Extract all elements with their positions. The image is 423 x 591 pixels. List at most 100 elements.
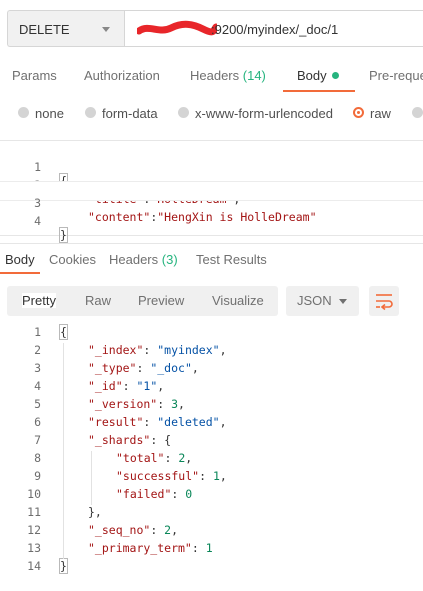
request-body-editor[interactable]: 1 { 2 "titile":"HolleDream", 3 "content"… [0, 140, 423, 243]
wrap-lines-icon [376, 294, 393, 311]
redaction-mark [137, 20, 217, 36]
line-number: 4 [34, 379, 41, 393]
code-text: } [59, 558, 68, 574]
tab-response-body[interactable]: Body [5, 252, 35, 267]
response-code-line: 14} [0, 558, 423, 577]
view-mode-bar: Pretty Raw Preview Visualize [7, 286, 278, 316]
line-number: 7 [34, 433, 41, 447]
tab-count: (3) [161, 252, 178, 267]
code-text: "total": 2, [116, 451, 192, 465]
url-input[interactable]: :9200/myindex/_doc/1 [124, 10, 423, 47]
tab-label: Headers [109, 252, 159, 267]
tab-pre-request[interactable]: Pre-reque [369, 68, 423, 83]
radio-label: raw [370, 106, 391, 121]
punctuation: : { [150, 433, 172, 447]
request-url-bar: DELETE :9200/myindex/_doc/1 [7, 10, 423, 49]
json-key: "total" [116, 451, 165, 465]
tab-label: Cookies [49, 252, 96, 267]
radio-button [178, 107, 189, 118]
response-body-viewer[interactable]: 1{2 "_index": "myindex", 3 "_type": "_doc",… [0, 324, 423, 581]
radio-button-selected [353, 107, 364, 118]
radio-label: x-www-form-urlencoded [195, 106, 333, 121]
code-text: "_shards": { [88, 433, 171, 447]
tab-label: Body [297, 68, 327, 83]
active-tab-underline [0, 272, 40, 274]
tab-body[interactable]: Body [297, 68, 339, 83]
json-key: "_type" [88, 361, 137, 375]
punctuation: , [171, 523, 179, 537]
tab-label: Params [12, 68, 57, 83]
line-number: 3 [34, 361, 41, 375]
json-key: "successful" [116, 469, 200, 483]
radio-button [85, 107, 96, 118]
json-value: 3 [171, 397, 179, 411]
punctuation: : [150, 523, 165, 537]
close-brace: } [59, 227, 68, 243]
view-visualize[interactable]: Visualize [212, 293, 264, 308]
line-number: 1 [34, 325, 41, 339]
tab-label: Authorization [84, 68, 160, 83]
code-text: "_type": "_doc", [88, 361, 199, 375]
json-value: 0 [185, 487, 193, 501]
code-line: 2 "titile":"HolleDream", [0, 164, 423, 206]
line-number: 4 [34, 214, 41, 228]
view-raw[interactable]: Raw [85, 293, 111, 308]
line-number: 6 [34, 415, 41, 429]
response-tabs: Body Cookies Headers (3) Test Results [0, 243, 423, 274]
punctuation: , [157, 379, 165, 393]
line-number: 12 [27, 523, 41, 537]
indent-guide [91, 451, 92, 505]
radio-label: none [35, 106, 64, 121]
line-number: 14 [27, 559, 41, 573]
tab-params[interactable]: Params [12, 68, 57, 83]
tab-cookies[interactable]: Cookies [49, 252, 96, 267]
code-text: "successful": 1, [116, 469, 227, 483]
tab-count: (14) [242, 68, 266, 83]
json-key: "_shards" [88, 433, 151, 447]
tab-headers[interactable]: Headers (14) [190, 68, 266, 83]
tab-label: Test Results [196, 252, 267, 267]
code-text: "_id": "1", [88, 379, 164, 393]
punctuation: , [219, 343, 227, 357]
radio-label: form-data [102, 106, 158, 121]
tab-label: Pre-reque [369, 68, 423, 83]
view-preview[interactable]: Preview [138, 293, 184, 308]
json-key: "failed" [116, 487, 172, 501]
radio-button [412, 107, 423, 118]
request-tabs: Params Authorization Headers (14) Body P… [0, 62, 423, 92]
punctuation: { [59, 324, 68, 340]
code-line: 1 { [0, 146, 423, 189]
tab-authorization[interactable]: Authorization [84, 68, 160, 83]
format-select[interactable]: JSON [286, 286, 359, 316]
line-number: 2 [34, 343, 41, 357]
tab-response-headers[interactable]: Headers (3) [109, 252, 178, 267]
line-number: 10 [27, 487, 41, 501]
radio-button [18, 107, 29, 118]
indent-guide [63, 343, 64, 559]
json-key: "result" [88, 415, 144, 429]
punctuation: } [59, 558, 68, 574]
punctuation: : [191, 541, 206, 555]
body-type-radios: none form-data x-www-form-urlencoded raw [0, 104, 423, 124]
method-select[interactable]: DELETE [7, 10, 124, 47]
json-value: "_doc" [150, 361, 192, 375]
punctuation: , [185, 451, 193, 465]
punctuation: : [122, 379, 137, 393]
code-line-current: 3 "content":"HengXin is HolleDream" [0, 181, 423, 224]
line-number: 9 [34, 469, 41, 483]
line-number: 5 [34, 397, 41, 411]
view-pretty[interactable]: Pretty [22, 293, 56, 308]
punctuation: : [199, 469, 213, 483]
chevron-down-icon [102, 27, 110, 32]
wrap-lines-button[interactable] [369, 286, 399, 316]
json-key: "_version" [88, 397, 158, 411]
tab-test-results[interactable]: Test Results [196, 252, 267, 267]
line-number: 13 [27, 541, 41, 555]
punctuation: : [143, 415, 158, 429]
chevron-down-icon [339, 299, 347, 304]
json-value: "myindex" [157, 343, 220, 357]
format-label: JSON [297, 293, 332, 308]
punctuation: , [219, 415, 227, 429]
method-label: DELETE [19, 22, 70, 37]
code-text: } [59, 227, 68, 243]
